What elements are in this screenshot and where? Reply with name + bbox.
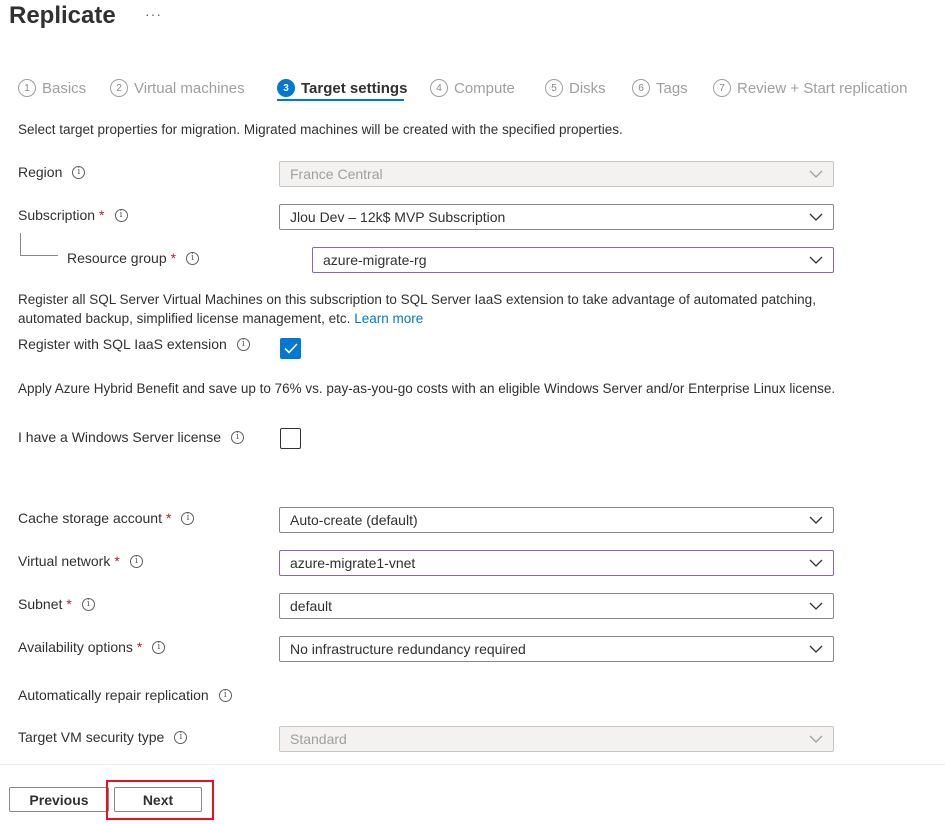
subscription-dropdown[interactable]: Jlou Dev – 12k$ MVP Subscription: [279, 204, 834, 230]
info-icon[interactable]: i: [218, 688, 232, 702]
availability-options-dropdown[interactable]: No infrastructure redundancy required: [279, 636, 834, 662]
virtual-network-dropdown[interactable]: azure-migrate1-vnet: [279, 550, 834, 576]
windows-license-label: I have a Windows Server license i: [18, 427, 245, 447]
required-marker: *: [66, 596, 72, 612]
info-icon[interactable]: i: [186, 251, 200, 265]
info-icon[interactable]: i: [129, 554, 143, 568]
info-icon[interactable]: i: [236, 337, 250, 351]
chevron-down-icon: [809, 645, 823, 653]
tree-connector: [20, 255, 58, 256]
subnet-value: default: [290, 598, 333, 614]
step-number: 2: [110, 79, 128, 97]
step-number: 7: [713, 79, 731, 97]
sql-checkbox-label-text: Register with SQL IaaS extension: [18, 336, 227, 352]
sql-checkbox-label: Register with SQL IaaS extension i: [18, 334, 250, 354]
subscription-label-text: Subscription: [18, 207, 96, 223]
auto-repair-label-text: Automatically repair replication: [18, 687, 209, 703]
step-label: Target settings: [301, 79, 408, 97]
cache-storage-label-text: Cache storage account: [18, 510, 162, 526]
step-label: Compute: [454, 79, 515, 97]
info-icon[interactable]: i: [152, 640, 166, 654]
info-icon[interactable]: i: [181, 511, 195, 525]
tab-compute[interactable]: 4 Compute: [430, 76, 515, 100]
page-title: Replicate: [9, 2, 116, 29]
checkmark-icon: [283, 343, 298, 354]
chevron-down-icon: [809, 602, 823, 610]
auto-repair-label: Automatically repair replication i: [18, 685, 232, 705]
chevron-down-icon: [809, 170, 823, 178]
sql-description: Register all SQL Server Virtual Machines…: [18, 290, 838, 328]
security-type-label-text: Target VM security type: [18, 729, 165, 745]
cache-storage-label: Cache storage account * i: [18, 508, 195, 528]
info-icon[interactable]: i: [174, 730, 188, 744]
required-marker: *: [99, 207, 105, 223]
windows-license-checkbox[interactable]: [280, 428, 301, 449]
chevron-down-icon: [809, 213, 823, 221]
virtual-network-label: Virtual network * i: [18, 551, 143, 571]
region-value: France Central: [290, 166, 383, 182]
active-tab-indicator: [277, 99, 404, 101]
subscription-value: Jlou Dev – 12k$ MVP Subscription: [290, 209, 506, 225]
subnet-label: Subnet * i: [18, 594, 95, 614]
tab-target-settings[interactable]: 3 Target settings: [277, 76, 407, 100]
tab-tags[interactable]: 6 Tags: [632, 76, 688, 100]
step-label: Tags: [656, 79, 688, 97]
region-label: Region i: [18, 162, 86, 182]
step-number: 6: [632, 79, 650, 97]
tree-connector: [20, 233, 21, 255]
step-number: 1: [18, 79, 36, 97]
windows-license-label-text: I have a Windows Server license: [18, 429, 222, 445]
availability-options-value: No infrastructure redundancy required: [290, 641, 526, 657]
info-icon[interactable]: i: [81, 597, 95, 611]
chevron-down-icon: [809, 256, 823, 264]
required-marker: *: [114, 553, 120, 569]
security-type-value: Standard: [290, 731, 347, 747]
sql-iaas-checkbox[interactable]: [280, 338, 301, 359]
security-type-label: Target VM security type i: [18, 727, 188, 747]
info-icon[interactable]: i: [231, 430, 245, 444]
required-marker: *: [165, 510, 172, 526]
tab-disks[interactable]: 5 Disks: [545, 76, 606, 100]
step-label: Virtual machines: [134, 79, 245, 97]
resource-group-label: Resource group * i: [67, 248, 200, 268]
step-number: 3: [277, 79, 295, 97]
virtual-network-value: azure-migrate1-vnet: [290, 555, 416, 571]
availability-options-label: Availability options * i: [18, 637, 166, 657]
resource-group-dropdown[interactable]: azure-migrate-rg: [312, 247, 834, 273]
step-number: 4: [430, 79, 448, 97]
subnet-dropdown[interactable]: default: [279, 593, 834, 619]
cache-storage-dropdown[interactable]: Auto-create (default): [279, 507, 834, 533]
learn-more-link[interactable]: Learn more: [354, 311, 423, 326]
resource-group-value: azure-migrate-rg: [323, 252, 427, 268]
subnet-label-text: Subnet: [18, 596, 63, 612]
chevron-down-icon: [809, 735, 823, 743]
cache-storage-value: Auto-create (default): [290, 512, 418, 528]
virtual-network-label-text: Virtual network: [18, 553, 111, 569]
region-dropdown: France Central: [279, 161, 834, 187]
previous-button[interactable]: Previous: [9, 787, 109, 812]
more-options-icon[interactable]: ···: [145, 4, 162, 24]
tab-review-start-replication[interactable]: 7 Review + Start replication: [713, 76, 908, 100]
step-number: 5: [545, 79, 563, 97]
step-label: Review + Start replication: [737, 79, 908, 97]
page-description: Select target properties for migration. …: [18, 122, 623, 137]
region-label-text: Region: [18, 164, 63, 180]
step-label: Basics: [42, 79, 87, 97]
availability-options-label-text: Availability options: [18, 639, 133, 655]
hybrid-benefit-description: Apply Azure Hybrid Benefit and save up t…: [18, 381, 836, 396]
next-button[interactable]: Next: [114, 787, 202, 812]
subscription-label: Subscription * i: [18, 205, 128, 225]
required-marker: *: [170, 250, 177, 266]
resource-group-label-text: Resource group: [67, 250, 167, 266]
info-icon[interactable]: i: [114, 208, 128, 222]
security-type-dropdown: Standard: [279, 726, 834, 752]
chevron-down-icon: [809, 516, 823, 524]
info-icon[interactable]: i: [72, 165, 86, 179]
footer-divider: [0, 764, 945, 765]
tab-basics[interactable]: 1 Basics: [18, 76, 86, 100]
step-label: Disks: [569, 79, 606, 97]
chevron-down-icon: [809, 559, 823, 567]
tab-virtual-machines[interactable]: 2 Virtual machines: [110, 76, 245, 100]
required-marker: *: [136, 639, 143, 655]
